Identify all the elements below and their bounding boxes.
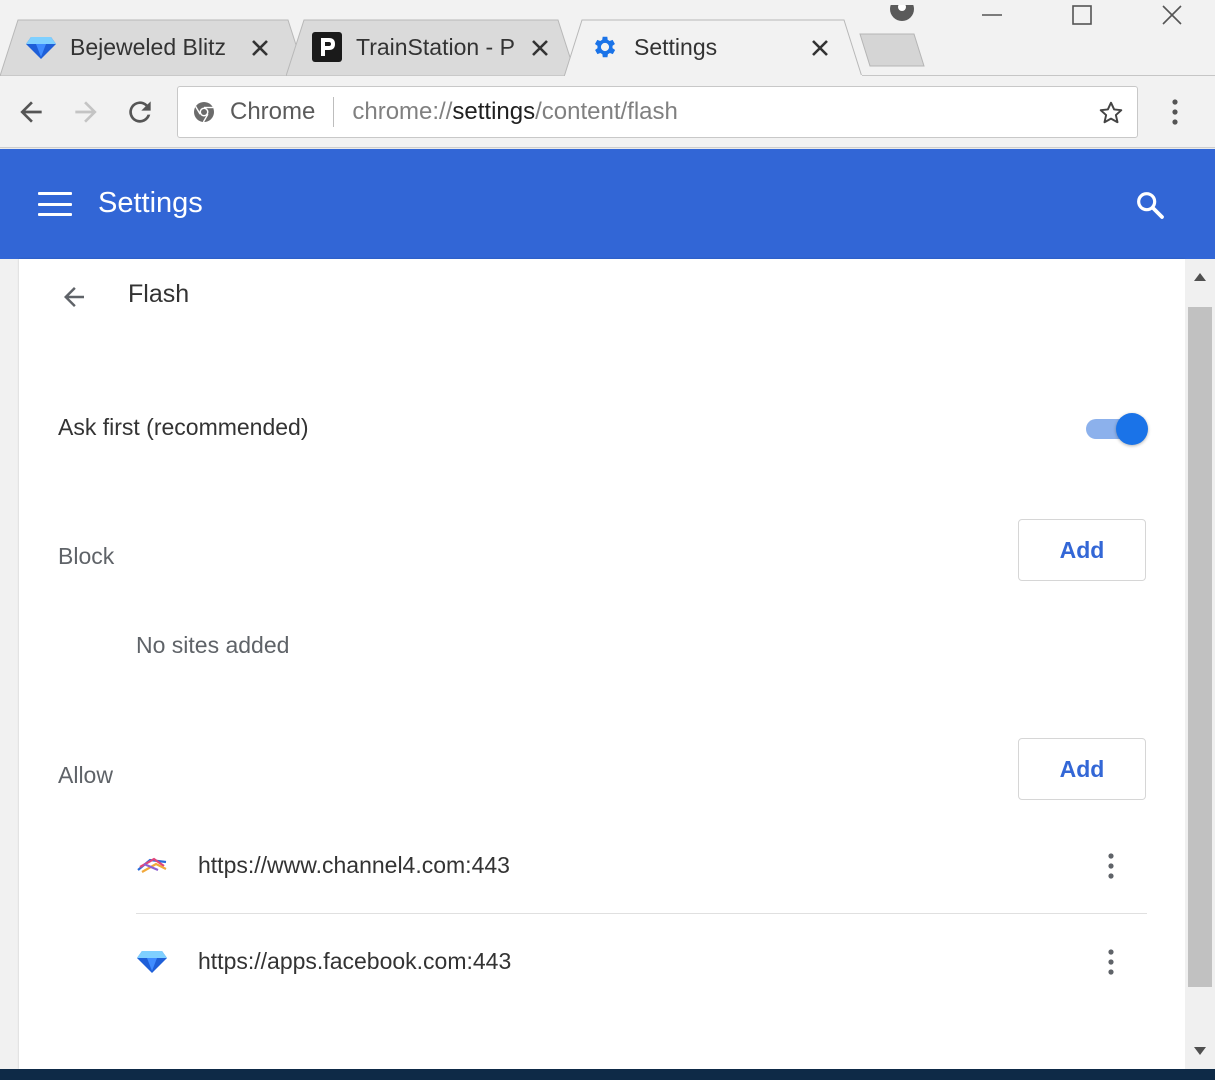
close-tab-icon[interactable] (808, 36, 832, 60)
diamond-icon (26, 32, 56, 62)
tab-bejeweled[interactable]: Bejeweled Blitz (0, 18, 308, 76)
site-more-actions-icon[interactable] (1096, 942, 1126, 982)
close-window-icon[interactable] (1142, 0, 1202, 30)
block-section-label: Block (58, 543, 115, 569)
tab-title: Settings (634, 33, 718, 60)
close-tab-icon[interactable] (248, 36, 272, 60)
browser-menu-icon[interactable] (1160, 94, 1190, 130)
maximize-icon[interactable] (1052, 0, 1112, 30)
scroll-down-arrow-icon[interactable] (1185, 1033, 1215, 1069)
hamburger-menu-icon[interactable] (36, 187, 74, 221)
allow-section-label: Allow (58, 762, 113, 788)
diamond-icon (136, 946, 168, 976)
tab-settings[interactable]: Settings (564, 18, 864, 77)
tab-strip: Bejeweled Blitz TrainStation - P Setting… (0, 0, 1215, 77)
site-more-actions-icon[interactable] (1096, 846, 1126, 886)
gear-icon (590, 32, 620, 62)
header-title: Settings (98, 187, 203, 219)
page-title: Flash (128, 280, 190, 308)
tab-title: TrainStation - P (356, 33, 515, 60)
forward-icon[interactable] (68, 94, 104, 130)
bookmark-star-icon[interactable] (1097, 99, 1125, 127)
back-icon[interactable] (13, 94, 49, 130)
search-icon[interactable] (1130, 185, 1170, 225)
site-url: https://www.channel4.com:443 (198, 852, 510, 878)
scroll-thumb[interactable] (1188, 307, 1212, 987)
ask-first-label: Ask first (recommended) (58, 414, 309, 440)
minimize-icon[interactable] (962, 0, 1022, 30)
taskbar-strip (0, 1069, 1215, 1080)
omnibox[interactable]: Chrome chrome://settings/content/flash (177, 86, 1138, 138)
profile-icon[interactable] (872, 0, 932, 30)
omnibox-chip-label: Chrome (230, 98, 316, 125)
tab-trainstation[interactable]: TrainStation - P (286, 18, 578, 76)
scroll-up-arrow-icon[interactable] (1185, 259, 1215, 295)
reload-icon[interactable] (122, 94, 158, 130)
back-arrow-icon[interactable] (54, 277, 94, 317)
vertical-scrollbar[interactable] (1185, 259, 1215, 1069)
allow-add-button[interactable]: Add (1018, 738, 1146, 800)
tab-title: Bejeweled Blitz (70, 33, 226, 60)
channel4-icon (136, 850, 168, 880)
url-scheme: chrome:// (352, 98, 453, 125)
omnibox-separator (333, 97, 335, 127)
p-logo-icon (312, 32, 342, 62)
toggle-knob (1116, 413, 1148, 445)
url-host: settings (452, 98, 536, 125)
allow-site-row[interactable]: https://www.channel4.com:443 (136, 818, 1147, 912)
chrome-icon (192, 99, 218, 125)
omnibox-url[interactable]: chrome://settings/content/flash (352, 98, 678, 126)
ask-first-toggle[interactable] (1086, 413, 1148, 445)
settings-header: Settings (0, 149, 1215, 259)
new-tab-button[interactable] (858, 32, 926, 68)
block-empty-text: No sites added (136, 632, 290, 658)
site-url: https://apps.facebook.com:443 (198, 948, 512, 974)
browser-toolbar: Chrome chrome://settings/content/flash (0, 76, 1215, 148)
url-path: /content/flash (535, 98, 678, 125)
allow-site-row[interactable]: https://apps.facebook.com:443 (136, 914, 1147, 1008)
block-add-button[interactable]: Add (1018, 519, 1146, 581)
close-tab-icon[interactable] (528, 36, 552, 60)
